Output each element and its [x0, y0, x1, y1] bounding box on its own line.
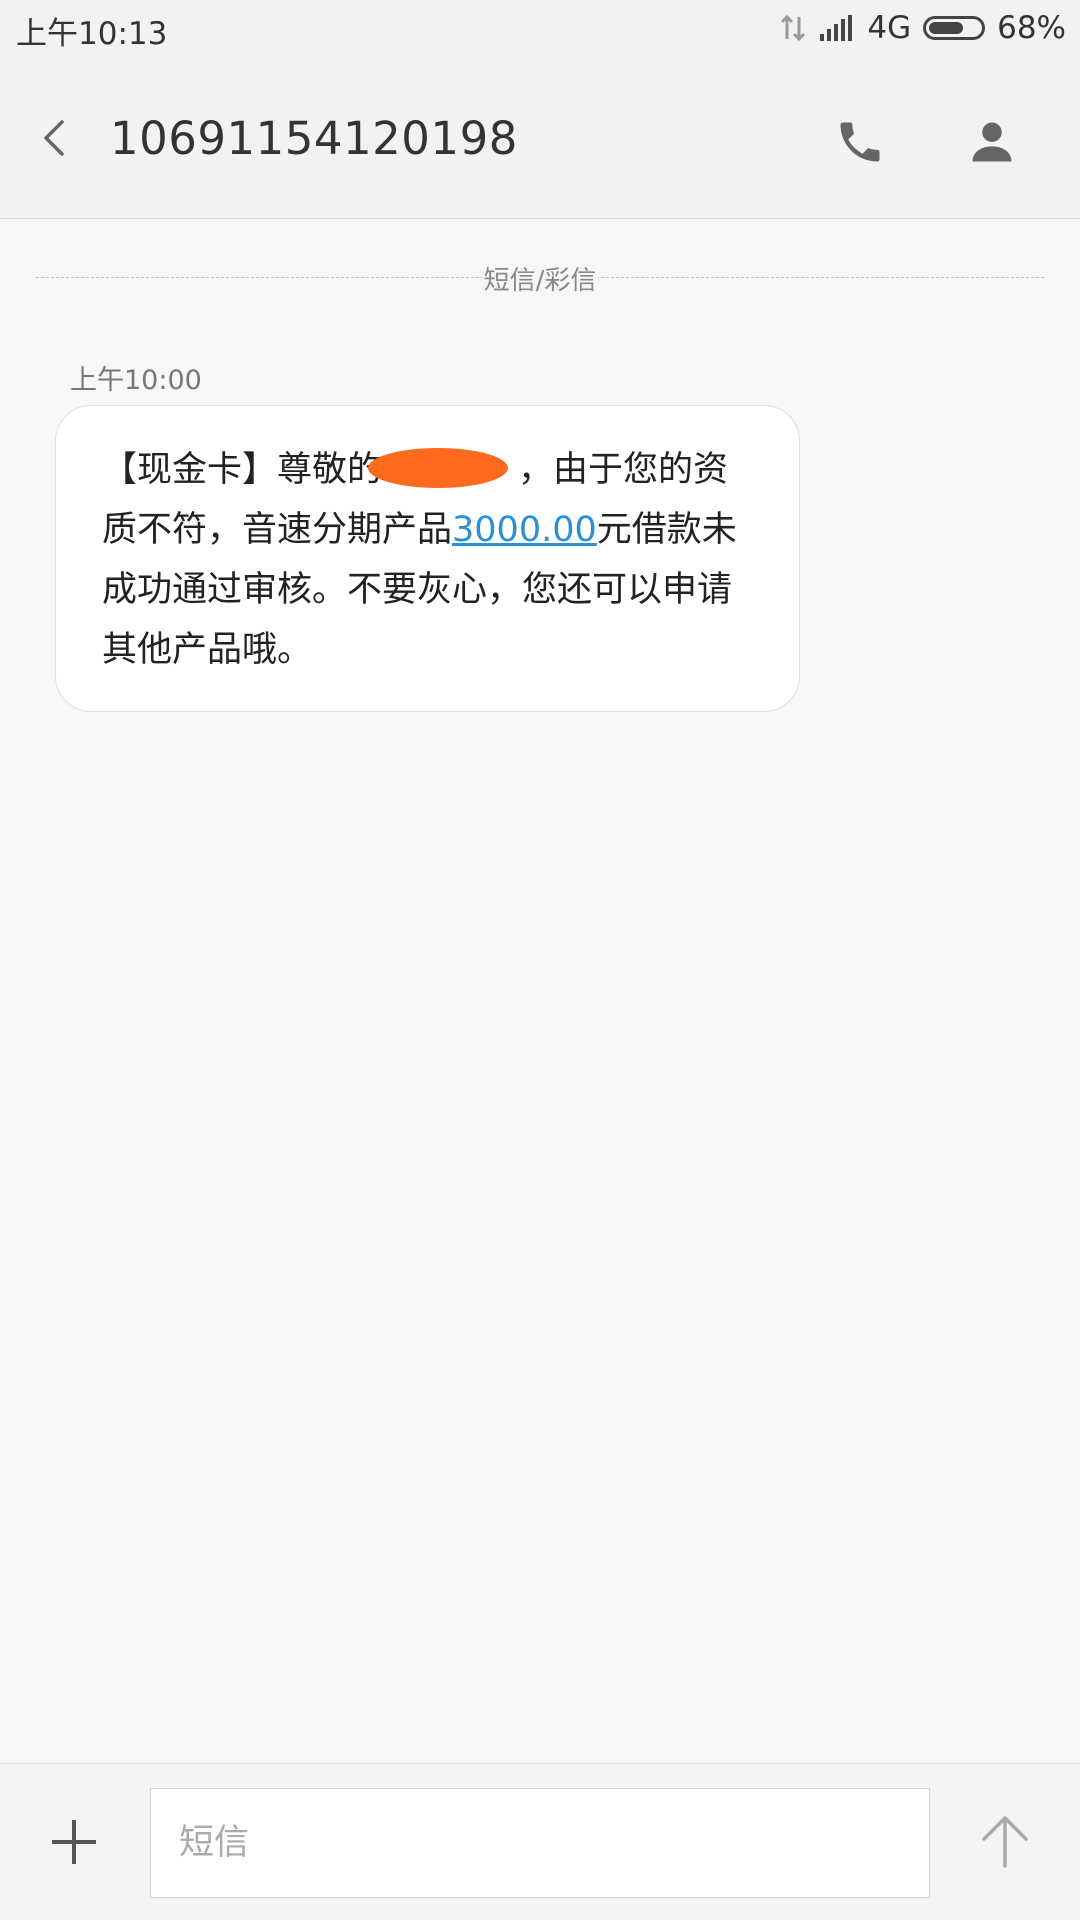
battery-icon [923, 16, 986, 40]
channel-label: 短信/彩信 [481, 266, 599, 296]
send-arrow-icon [982, 1816, 1028, 1868]
signal-icon [820, 15, 853, 41]
send-button[interactable] [978, 1812, 1032, 1870]
redaction-mark [368, 448, 508, 488]
composer-bar [0, 1763, 1080, 1920]
channel-label-row: 短信/彩信 [0, 260, 1080, 297]
message-text-start: 【现金卡】尊敬的 [102, 450, 383, 490]
person-icon [972, 122, 1012, 162]
network-type: 4G [867, 10, 912, 46]
conversation-header: 10691154120198 [0, 58, 1080, 219]
message-bubble[interactable]: 【现金卡】尊敬的 ，由于您的资质不符，音速分期产品3000.00元借款未成功通过审… [55, 405, 800, 712]
add-attachment-button[interactable] [48, 1816, 100, 1868]
data-transfer-icon [781, 14, 806, 42]
amount-link[interactable]: 3000.00 [452, 510, 597, 550]
phone-icon [840, 122, 880, 162]
battery-fill [929, 22, 964, 34]
message-input[interactable] [150, 1788, 930, 1898]
call-button[interactable] [834, 116, 886, 168]
status-bar: 上午10:13 4G 68% [0, 0, 1080, 58]
battery-percent: 68% [997, 10, 1066, 46]
contact-number: 10691154120198 [110, 112, 518, 165]
status-time: 上午10:13 [16, 16, 168, 52]
back-button[interactable] [32, 108, 82, 168]
back-arrow-icon [44, 120, 64, 156]
message-time: 上午10:00 [70, 365, 202, 396]
status-icons: 4G 68% [779, 8, 1066, 48]
plus-icon [52, 1820, 96, 1864]
contact-button[interactable] [966, 116, 1018, 168]
